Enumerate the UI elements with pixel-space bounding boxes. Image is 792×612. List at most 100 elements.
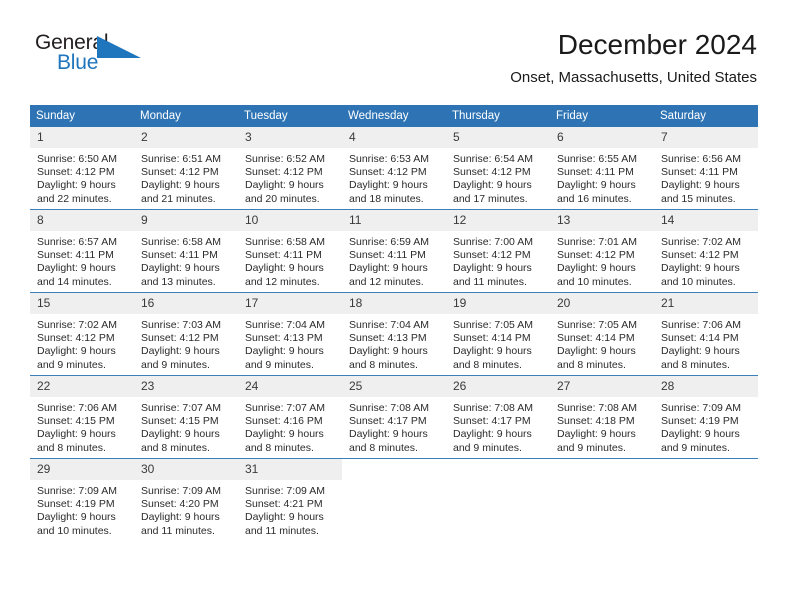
day-number: 6: [550, 127, 654, 148]
sunset-time: Sunset: 4:14 PM: [661, 332, 739, 345]
day-cell[interactable]: 8 Sunrise: 6:57 AM Sunset: 4:11 PM Daylight…: [30, 209, 134, 293]
day-cell[interactable]: 10 Sunrise: 6:58 AM Sunset: 4:11 PM Dayligh…: [238, 209, 342, 293]
daylight-duration-line2: and 12 minutes.: [349, 275, 424, 288]
day-number: 22: [30, 376, 134, 397]
day-number: 31: [238, 459, 342, 480]
day-details: Sunrise: 7:07 AM Sunset: 4:15 PM Daylight:…: [134, 397, 238, 455]
day-cell[interactable]: 7 Sunrise: 6:56 AM Sunset: 4:11 PM Daylight…: [654, 127, 758, 210]
day-cell[interactable]: 18 Sunrise: 7:04 AM Sunset: 4:13 PM Dayligh…: [342, 292, 446, 376]
sunset-time: Sunset: 4:11 PM: [557, 166, 634, 179]
calendar-week-row: 15 Sunrise: 7:02 AM Sunset: 4:12 PM Dayligh…: [30, 292, 758, 376]
day-cell[interactable]: 13 Sunrise: 7:01 AM Sunset: 4:12 PM Dayligh…: [550, 209, 654, 293]
daylight-duration-line2: and 17 minutes.: [453, 192, 528, 205]
daylight-duration-line1: Daylight: 9 hours: [453, 179, 532, 192]
daylight-duration-line1: Daylight: 9 hours: [349, 179, 428, 192]
daylight-duration-line2: and 10 minutes.: [557, 275, 632, 288]
sunset-time: Sunset: 4:17 PM: [453, 415, 531, 428]
sunrise-time: Sunrise: 7:09 AM: [245, 485, 325, 497]
sunset-time: Sunset: 4:11 PM: [37, 249, 114, 262]
sunrise-sunset-calendar: Sunday Monday Tuesday Wednesday Thursday Frid…: [30, 105, 758, 541]
day-cell[interactable]: 31 Sunrise: 7:09 AM Sunset: 4:21 PM Dayligh…: [238, 458, 342, 541]
day-cell[interactable]: 24 Sunrise: 7:07 AM Sunset: 4:16 PM Dayligh…: [238, 375, 342, 459]
day-cell[interactable]: 30 Sunrise: 7:09 AM Sunset: 4:20 PM Dayligh…: [134, 458, 238, 541]
sunset-time: Sunset: 4:13 PM: [349, 332, 427, 345]
day-details: Sunrise: 7:05 AM Sunset: 4:14 PM Daylight:…: [550, 314, 654, 372]
day-details: Sunrise: 6:54 AM Sunset: 4:12 PM Daylight:…: [446, 148, 550, 206]
daylight-duration-line2: and 20 minutes.: [245, 192, 320, 205]
sunset-time: Sunset: 4:12 PM: [349, 166, 427, 179]
day-details: Sunrise: 7:05 AM Sunset: 4:14 PM Daylight:…: [446, 314, 550, 372]
daylight-duration-line2: and 8 minutes.: [245, 441, 314, 454]
day-cell[interactable]: 29 Sunrise: 7:09 AM Sunset: 4:19 PM Dayligh…: [30, 458, 134, 541]
day-details: Sunrise: 7:03 AM Sunset: 4:12 PM Daylight:…: [134, 314, 238, 372]
day-cell[interactable]: 21 Sunrise: 7:06 AM Sunset: 4:14 PM Dayligh…: [654, 292, 758, 376]
day-cell[interactable]: 16 Sunrise: 7:03 AM Sunset: 4:12 PM Dayligh…: [134, 292, 238, 376]
day-cell[interactable]: 14 Sunrise: 7:02 AM Sunset: 4:12 PM Dayligh…: [654, 209, 758, 293]
day-cell[interactable]: 11 Sunrise: 6:59 AM Sunset: 4:11 PM Dayligh…: [342, 209, 446, 293]
day-cell[interactable]: 26 Sunrise: 7:08 AM Sunset: 4:17 PM Dayligh…: [446, 375, 550, 459]
sunset-time: Sunset: 4:11 PM: [349, 249, 426, 262]
day-number: 25: [342, 376, 446, 397]
day-number: 30: [134, 459, 238, 480]
daylight-duration-line1: Daylight: 9 hours: [245, 345, 324, 358]
sunset-time: Sunset: 4:11 PM: [245, 249, 322, 262]
day-number: 19: [446, 293, 550, 314]
day-number: 8: [30, 210, 134, 231]
sunrise-time: Sunrise: 7:07 AM: [245, 402, 325, 414]
day-cell[interactable]: 27 Sunrise: 7:08 AM Sunset: 4:18 PM Dayligh…: [550, 375, 654, 459]
day-number: 3: [238, 127, 342, 148]
day-cell[interactable]: 17 Sunrise: 7:04 AM Sunset: 4:13 PM Dayligh…: [238, 292, 342, 376]
day-cell[interactable]: 3 Sunrise: 6:52 AM Sunset: 4:12 PM Daylight…: [238, 127, 342, 210]
sunset-time: Sunset: 4:12 PM: [37, 166, 115, 179]
daylight-duration-line1: Daylight: 9 hours: [37, 511, 116, 524]
daylight-duration-line2: and 9 minutes.: [557, 441, 626, 454]
daylight-duration-line2: and 10 minutes.: [37, 524, 112, 537]
page-header: General Blue December 2024 Onset, Massac…: [0, 0, 792, 86]
day-cell[interactable]: 1 Sunrise: 6:50 AM Sunset: 4:12 PM Daylight…: [30, 127, 134, 210]
sunrise-time: Sunrise: 7:09 AM: [37, 485, 117, 497]
day-cell[interactable]: 12 Sunrise: 7:00 AM Sunset: 4:12 PM Dayligh…: [446, 209, 550, 293]
day-cell[interactable]: 2 Sunrise: 6:51 AM Sunset: 4:12 PM Daylight…: [134, 127, 238, 210]
sunrise-time: Sunrise: 6:54 AM: [453, 153, 533, 165]
sunrise-time: Sunrise: 6:57 AM: [37, 236, 117, 248]
day-cell[interactable]: 20 Sunrise: 7:05 AM Sunset: 4:14 PM Dayligh…: [550, 292, 654, 376]
day-details: Sunrise: 7:06 AM Sunset: 4:15 PM Daylight:…: [30, 397, 134, 455]
sunset-time: Sunset: 4:16 PM: [245, 415, 323, 428]
day-cell[interactable]: 19 Sunrise: 7:05 AM Sunset: 4:14 PM Dayligh…: [446, 292, 550, 376]
daylight-duration-line1: Daylight: 9 hours: [245, 511, 324, 524]
day-number: 5: [446, 127, 550, 148]
day-number: 14: [654, 210, 758, 231]
sunrise-time: Sunrise: 7:01 AM: [557, 236, 637, 248]
sunrise-time: Sunrise: 7:08 AM: [453, 402, 533, 414]
daylight-duration-line1: Daylight: 9 hours: [245, 262, 324, 275]
daylight-duration-line2: and 22 minutes.: [37, 192, 112, 205]
day-details: Sunrise: 7:02 AM Sunset: 4:12 PM Daylight:…: [30, 314, 134, 372]
day-cell[interactable]: 9 Sunrise: 6:58 AM Sunset: 4:11 PM Daylight…: [134, 209, 238, 293]
daylight-duration-line1: Daylight: 9 hours: [557, 262, 636, 275]
day-cell[interactable]: 23 Sunrise: 7:07 AM Sunset: 4:15 PM Dayligh…: [134, 375, 238, 459]
day-details: Sunrise: 6:50 AM Sunset: 4:12 PM Daylight:…: [30, 148, 134, 206]
day-cell[interactable]: 22 Sunrise: 7:06 AM Sunset: 4:15 PM Dayligh…: [30, 375, 134, 459]
generalblue-logo[interactable]: General Blue: [35, 31, 150, 79]
daylight-duration-line2: and 12 minutes.: [245, 275, 320, 288]
day-details: Sunrise: 7:09 AM Sunset: 4:20 PM Daylight:…: [134, 480, 238, 538]
daylight-duration-line1: Daylight: 9 hours: [37, 179, 116, 192]
day-details: Sunrise: 7:00 AM Sunset: 4:12 PM Daylight:…: [446, 231, 550, 289]
daylight-duration-line1: Daylight: 9 hours: [141, 179, 220, 192]
day-cell[interactable]: 15 Sunrise: 7:02 AM Sunset: 4:12 PM Dayligh…: [30, 292, 134, 376]
daylight-duration-line1: Daylight: 9 hours: [453, 262, 532, 275]
sunrise-time: Sunrise: 6:58 AM: [245, 236, 325, 248]
day-cell[interactable]: 5 Sunrise: 6:54 AM Sunset: 4:12 PM Daylight…: [446, 127, 550, 210]
day-number: 28: [654, 376, 758, 397]
day-number: [550, 459, 654, 472]
sunrise-time: Sunrise: 6:50 AM: [37, 153, 117, 165]
sunrise-time: Sunrise: 7:09 AM: [141, 485, 221, 497]
sunrise-time: Sunrise: 7:07 AM: [141, 402, 221, 414]
day-number: [446, 459, 550, 472]
sunrise-time: Sunrise: 7:08 AM: [349, 402, 429, 414]
day-cell[interactable]: 6 Sunrise: 6:55 AM Sunset: 4:11 PM Daylight…: [550, 127, 654, 210]
day-cell[interactable]: 4 Sunrise: 6:53 AM Sunset: 4:12 PM Daylight…: [342, 127, 446, 210]
day-cell[interactable]: 25 Sunrise: 7:08 AM Sunset: 4:17 PM Dayligh…: [342, 375, 446, 459]
day-cell[interactable]: 28 Sunrise: 7:09 AM Sunset: 4:19 PM Dayligh…: [654, 375, 758, 459]
day-number: 26: [446, 376, 550, 397]
